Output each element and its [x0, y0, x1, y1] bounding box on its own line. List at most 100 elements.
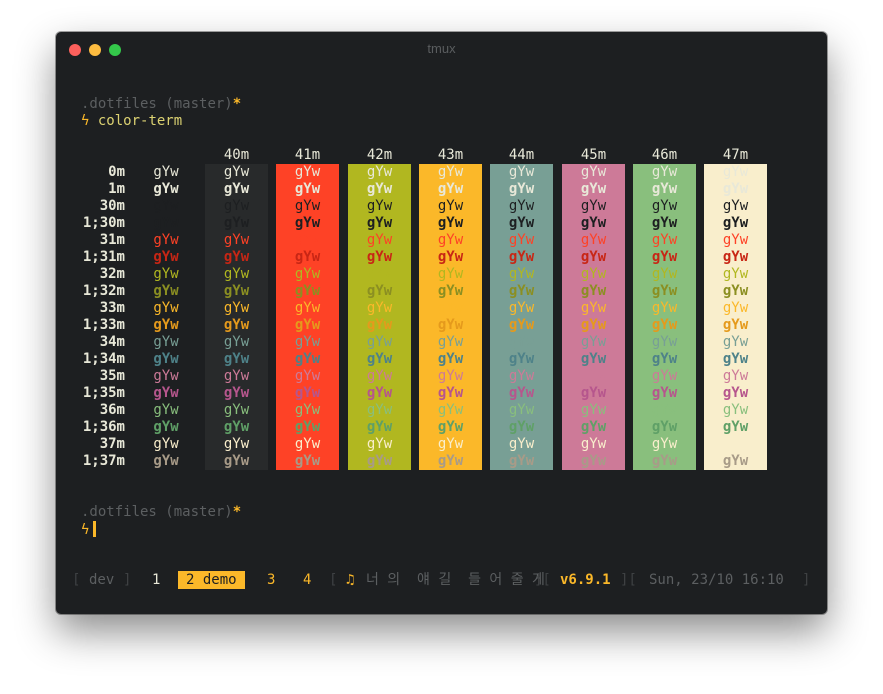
sample-cell: gYw [366, 249, 393, 265]
sample-cell: gYw [294, 351, 321, 367]
sample-cell: gYw [437, 368, 464, 384]
sample-cell: gYw [722, 436, 749, 452]
row-label: 1;35m [82, 385, 125, 401]
sample-cell: gYw [651, 266, 678, 282]
sample-cell: gYw [508, 300, 535, 316]
sample-cell: gYw [223, 249, 250, 265]
sample-cell: gYw [651, 385, 678, 401]
window-tab-1[interactable]: 1 [152, 571, 160, 589]
sample-cell: gYw [651, 215, 678, 231]
sample-cell: gYw [153, 232, 179, 248]
sample-cell: gYw [722, 164, 749, 180]
sample-cell: gYw [153, 266, 179, 282]
row-label: 35m [99, 368, 125, 384]
row-label: 37m [99, 436, 125, 452]
sample-cell: gYw [580, 198, 607, 214]
sample-cell: gYw [153, 317, 179, 333]
input-line[interactable]: ϟ [81, 521, 97, 538]
window-tab-3[interactable]: 3 [267, 571, 275, 589]
sample-cell: gYw [153, 334, 179, 350]
sample-cell: gYw [294, 436, 321, 452]
sample-cell: gYw [366, 164, 393, 180]
music-note-icon: ♫ [346, 572, 355, 588]
sample-cell: gYw [294, 334, 321, 350]
window-tab-4[interactable]: 4 [303, 571, 311, 589]
sample-cell: gYw [223, 283, 250, 299]
sample-cell: gYw [366, 266, 393, 282]
row-label: 1;30m [82, 215, 125, 231]
version-label: v6.9.1 [560, 572, 611, 588]
session-name[interactable]: dev [89, 571, 114, 589]
sample-cell: gYw [294, 266, 321, 282]
bg-color-column: gYw gYw gYw gYw gYw gYw gYw gYw gYw gYw gYw gYw gYw g… [490, 164, 553, 470]
sample-cell: gYw [651, 232, 678, 248]
sample-cell: gYw [223, 453, 250, 469]
sample-cell: gYw [580, 164, 607, 180]
sample-cell: gYw [437, 198, 464, 214]
sample-cell: gYw [437, 334, 464, 350]
sample-cell: gYw [223, 181, 250, 197]
sample-cell: gYw [153, 368, 179, 384]
sample-cell: gYw [223, 232, 250, 248]
sample-cell: gYw [651, 317, 678, 333]
sample-cell: gYw [223, 368, 250, 384]
sample-cell: gYw [651, 436, 678, 452]
sample-cell: gYw [651, 181, 678, 197]
bg-color-column: gYw gYw gYw gYw gYw gYw gYw gYw gYw gYw gYw gYw gYw g… [419, 164, 482, 470]
prompt-dirty-marker: * [232, 96, 242, 112]
sample-cell: gYw [722, 351, 749, 367]
bg-column-header: 46m [651, 147, 678, 163]
bg-column-header: 41m [294, 147, 321, 163]
sample-cell: gYw [223, 351, 250, 367]
sample-cell: gYw [223, 266, 250, 282]
sample-cell: gYw [294, 249, 321, 265]
window-tab-2-active[interactable]: 2 demo [178, 571, 245, 589]
sample-cell: gYw [580, 351, 607, 367]
sample-cell: gYw [437, 266, 464, 282]
sample-cell: gYw [153, 215, 179, 231]
sample-cell: gYw [508, 317, 535, 333]
sample-cell: gYw [366, 300, 393, 316]
sample-cell: gYw [437, 351, 464, 367]
sample-cell: gYw [508, 164, 535, 180]
bg-color-column: gYw gYw gYw gYw gYw gYw gYw gYw gYw gYw gYw gYw gYw g… [276, 164, 339, 470]
sample-cell: gYw [580, 385, 607, 401]
sample-cell: gYw [294, 368, 321, 384]
sample-cell: gYw [294, 283, 321, 299]
prompt-bolt-icon: ϟ [81, 113, 90, 129]
sample-cell: gYw [294, 317, 321, 333]
tmux-status-bar: [ dev ] 1 2 demo 3 4 [ ♫ 너 의 얘 길 들 어 줄 게… [56, 571, 827, 589]
sample-cell: gYw [153, 402, 179, 418]
sample-cell: gYw [223, 419, 250, 435]
sample-cell: gYw [508, 266, 535, 282]
sample-cell: gYw [437, 436, 464, 452]
bg-column-header: 42m [366, 147, 393, 163]
bg-column-header: 43m [437, 147, 464, 163]
sample-cell: gYw [153, 436, 179, 452]
sample-cell: gYw [508, 181, 535, 197]
sample-cell: gYw [580, 436, 607, 452]
sample-cell: gYw [223, 385, 250, 401]
sample-cell: gYw [366, 334, 393, 350]
sample-cell: gYw [508, 334, 535, 350]
sample-cell: gYw [508, 436, 535, 452]
bg-color-column: gYw gYw gYw gYw gYw gYw gYw gYw gYw gYw gYw gYw gYw g… [205, 164, 268, 470]
terminal-content[interactable]: .dotfiles (master)* ϟ color-term 0m 1m 30m… [56, 32, 827, 614]
sample-cell: gYw [580, 181, 607, 197]
sample-cell: gYw [651, 300, 678, 316]
sample-cell: gYw [722, 266, 749, 282]
prompt-dir: .dotfiles [81, 504, 157, 520]
sample-cell: gYw [437, 232, 464, 248]
bg-color-column: gYw gYw gYw gYw gYw gYw gYw gYw gYw gYw gYw gYw gYw g… [633, 164, 696, 470]
sample-cell: gYw [366, 419, 393, 435]
sample-cell: gYw [366, 402, 393, 418]
sample-cell: gYw [651, 164, 678, 180]
sample-cell: gYw [722, 198, 749, 214]
sample-cell: gYw [437, 419, 464, 435]
command-line: ϟ color-term [81, 113, 182, 130]
sample-cell: gYw [508, 351, 535, 367]
sample-cell: gYw [722, 419, 749, 435]
sample-cell: gYw [437, 181, 464, 197]
sample-cell: gYw [294, 419, 321, 435]
sample-cell: gYw [223, 436, 250, 452]
